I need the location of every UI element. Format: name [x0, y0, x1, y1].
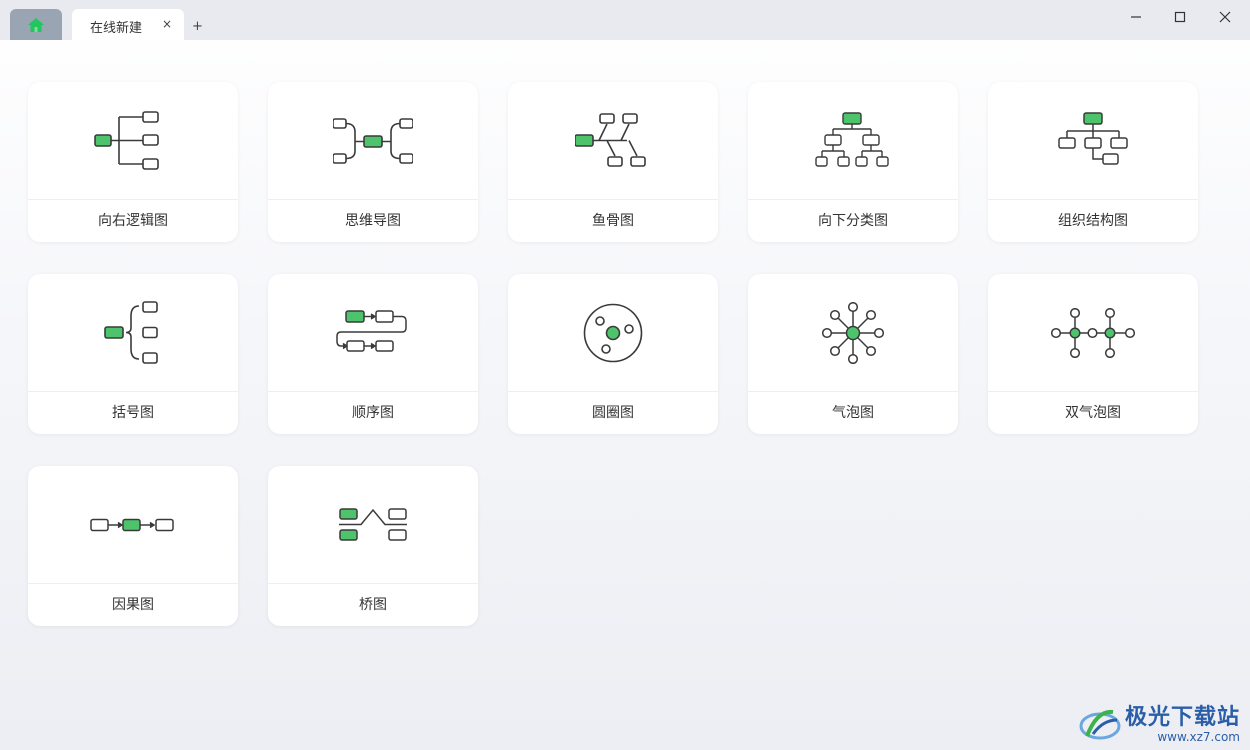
card-cause-effect[interactable]: 因果图	[28, 466, 238, 626]
home-icon	[28, 17, 44, 32]
card-bubble-map[interactable]: 气泡图	[748, 274, 958, 434]
bubble-map-icon	[822, 301, 884, 364]
aurora-logo-icon	[1079, 709, 1121, 740]
card-label: 圆圈图	[592, 405, 634, 421]
tab-close-icon[interactable]: ×	[162, 17, 172, 31]
card-mind-map[interactable]: 思维导图	[268, 82, 478, 242]
watermark-title: 极光下载站	[1124, 705, 1240, 730]
circle-map-icon	[583, 303, 643, 362]
card-right-logic-chart[interactable]: 向右逻辑图	[28, 82, 238, 242]
card-label: 思维导图	[345, 213, 401, 229]
downward-classification-icon	[815, 111, 889, 167]
cause-effect-icon	[90, 518, 174, 531]
fishbone-icon	[575, 112, 646, 167]
card-label: 气泡图	[832, 405, 874, 421]
card-label: 顺序图	[352, 405, 394, 421]
card-downward-classification[interactable]: 向下分类图	[748, 82, 958, 242]
card-bridge-map[interactable]: 桥图	[268, 466, 478, 626]
card-label: 桥图	[359, 597, 387, 613]
new-tab-button[interactable]: +	[192, 19, 203, 34]
right-logic-chart-icon	[94, 110, 159, 170]
bracket-chart-icon	[104, 300, 158, 364]
tab-label: 在线新建	[90, 21, 143, 36]
minimize-button[interactable]	[1114, 6, 1158, 28]
card-bracket-chart[interactable]: 括号图	[28, 274, 238, 434]
card-label: 向右逻辑图	[98, 213, 168, 229]
title-bar: 在线新建 × +	[0, 0, 1250, 40]
maximize-icon	[1174, 11, 1186, 23]
home-tab[interactable]	[10, 9, 62, 40]
tab-online-new[interactable]: 在线新建 ×	[72, 9, 184, 40]
template-gallery: 向右逻辑图 思维导图 鱼骨图 向下分类图 组织结构图 括号图 顺序图 圆圈图 气…	[0, 40, 1250, 750]
card-fishbone[interactable]: 鱼骨图	[508, 82, 718, 242]
watermark: 极光下载站 www.xz7.com	[1079, 706, 1240, 744]
card-label: 组织结构图	[1058, 213, 1128, 229]
mind-map-icon	[333, 117, 413, 164]
close-window-button[interactable]	[1203, 6, 1247, 28]
org-chart-icon	[1058, 111, 1128, 165]
watermark-url: www.xz7.com	[1157, 730, 1240, 744]
card-org-chart[interactable]: 组织结构图	[988, 82, 1198, 242]
card-double-bubble-map[interactable]: 双气泡图	[988, 274, 1198, 434]
bridge-map-icon	[339, 507, 407, 541]
sequence-chart-icon	[336, 309, 407, 352]
card-sequence-chart[interactable]: 顺序图	[268, 274, 478, 434]
card-label: 鱼骨图	[592, 213, 634, 229]
card-label: 双气泡图	[1065, 405, 1121, 421]
card-label: 向下分类图	[818, 213, 888, 229]
card-label: 因果图	[112, 597, 154, 613]
close-icon	[1219, 11, 1231, 23]
card-circle-map[interactable]: 圆圈图	[508, 274, 718, 434]
maximize-button[interactable]	[1158, 6, 1202, 28]
card-label: 括号图	[112, 405, 154, 421]
double-bubble-map-icon	[1051, 307, 1135, 358]
minimize-icon	[1131, 16, 1141, 18]
